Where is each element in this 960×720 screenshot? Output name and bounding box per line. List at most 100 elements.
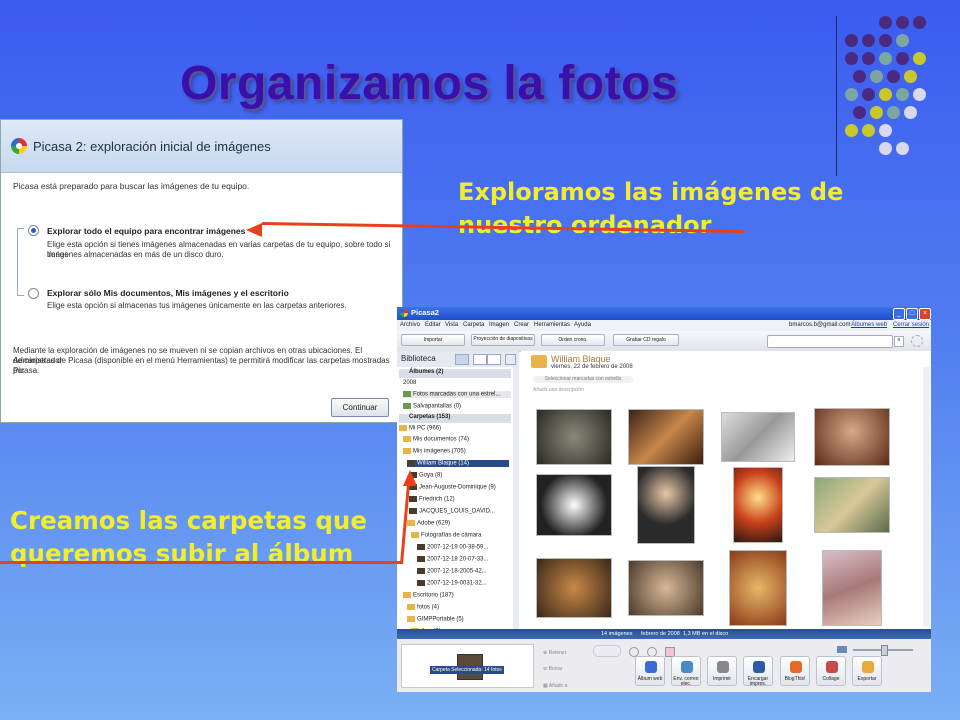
hold-button[interactable]: ⊕ Retener [543,650,566,656]
email-button[interactable]: Env. correo elec. [671,656,701,687]
blogthis-icon [790,661,802,673]
search-input[interactable] [767,335,893,348]
main-scrollbar[interactable] [923,367,930,627]
status-size: 1,3 MB en el disco [683,631,729,637]
import-button[interactable]: Importar [401,334,465,346]
zoom-slider-handle[interactable] [881,645,888,656]
menu-imagen[interactable]: Imagen [489,322,509,328]
option-scan-docs-radio[interactable] [28,288,39,299]
photo-thumbnail[interactable] [814,408,890,466]
folder-icon [409,496,417,502]
decorative-dot [879,34,892,47]
photo-thumbnail[interactable] [536,409,612,465]
sidebar-scrollbar[interactable] [513,367,519,629]
folder-item[interactable]: 2007-12-19 00-38-59... [417,544,488,551]
menu-archivo[interactable]: Archivo [400,322,420,328]
photo-thumbnail[interactable] [822,550,882,626]
search-options-icon[interactable]: ≡ [894,336,904,347]
folder-item[interactable]: GIMPPortable (5) [407,616,464,623]
option-scan-all-radio[interactable] [28,225,39,236]
folder-item[interactable]: Mis imágenes (705) [403,448,466,455]
blogthis-label: BlogThis! [784,676,806,682]
slideshow-button[interactable]: Proyección de diapositivas [471,334,535,346]
folders-section[interactable]: Carpetas (153) [399,414,511,423]
tray-selection[interactable]: Carpeta Seleccionada: 14 fotos [401,644,534,688]
decorative-dot [887,70,900,83]
photo-thumbnail[interactable] [628,560,704,616]
folder-item[interactable]: Escritorio (187) [403,592,454,599]
logout-link[interactable]: Cerrar sesión [893,322,929,328]
photo-thumbnail[interactable] [733,467,783,543]
folder-item[interactable]: Jean-Auguste-Dominique (9) [409,484,496,491]
add-description[interactable]: Añadir una descripción [533,387,584,393]
continue-button[interactable]: Continuar [331,398,389,417]
folder-icon [407,520,415,526]
menu-herramientas[interactable]: Herramientas [534,322,570,328]
folder-item[interactable]: JACQUES_LOUIS_DAVID... [409,508,495,515]
folder-item[interactable]: Fotografías de cámara [411,532,481,539]
print-icon [717,661,729,673]
option-scan-all-label[interactable]: Explorar todo el equipo para encontrar i… [47,226,245,236]
album-starred[interactable]: Fotos marcadas con una estrel... [403,391,511,398]
decorative-dot [879,52,892,65]
folder-item[interactable]: fotos (4) [407,604,439,611]
folder-item[interactable]: Friedrich (12) [409,496,455,503]
photo-thumbnail[interactable] [814,477,890,533]
close-icon[interactable]: × [919,308,931,320]
photo-thumbnail[interactable] [721,412,795,462]
dialog-header: Picasa 2: exploración inicial de imágene… [1,120,402,173]
minimize-icon[interactable]: _ [893,308,905,320]
menu-ayuda[interactable]: Ayuda [574,322,591,328]
folder-item[interactable]: Mi PC (966) [399,425,441,432]
folder-item[interactable]: 2007-12-18-2005-42... [417,568,487,575]
burn-cd-button[interactable]: Grabar CD regalo [613,334,679,346]
caption-folders-line-2: queremos subir al álbum [10,539,354,568]
list-view-icon[interactable] [473,354,487,365]
blogthis-button[interactable]: BlogThis! [780,656,810,686]
decorative-dot [845,124,858,137]
order-prints-label: Encargar impres. [747,676,769,687]
decorative-dot [904,106,917,119]
web-album-button[interactable]: Álbum web [635,656,665,686]
folder-item[interactable]: 2007-12-19-0031-32... [417,580,487,587]
folder-item[interactable]: Adobe (629) [407,520,450,527]
options-bracket [17,228,24,296]
export-button[interactable]: Exportar [852,656,882,686]
add-to-button[interactable]: ▦ Añadir a [543,683,567,689]
option-scan-docs-label[interactable]: Explorar sólo Mis documentos, Mis imágen… [47,288,289,298]
maximize-icon[interactable]: □ [906,308,918,320]
order-prints-button[interactable]: Encargar impres. [743,656,773,687]
tree-view-icon[interactable] [487,354,501,365]
photo-thumbnail[interactable] [536,474,612,536]
menu-crear[interactable]: Crear [514,322,529,328]
photo-thumbnail[interactable] [729,550,787,626]
albums-section[interactable]: Álbumes (2) [399,369,511,378]
select-starred-button[interactable]: Seleccionar marcadas con estrella [533,376,633,383]
print-button[interactable]: Imprimir [707,656,737,686]
print-label: Imprimir [712,676,732,682]
folder-item-label: GIMPPortable (5) [417,616,464,623]
clear-button[interactable]: ⊘ Borrar [543,666,563,672]
decorative-dot [913,16,926,29]
collage-button[interactable]: Collage [816,656,846,686]
album-screensaver[interactable]: Salvapantallas (0) [403,403,461,410]
status-count: 14 imágenes [601,631,633,637]
photo-thumbnail[interactable] [637,466,695,544]
photo-thumbnail[interactable] [536,558,612,618]
timeline-button[interactable]: Orden crono. [541,334,605,346]
menu-carpeta[interactable]: Carpeta [463,322,484,328]
album-starred-label: Fotos marcadas con una estrel... [413,391,501,398]
decorative-dot [896,88,909,101]
view-menu-icon[interactable] [505,354,516,365]
folder-item[interactable]: Mis documentos (74) [403,436,469,443]
folder-item[interactable]: 2007-12-18 20-07-33... [417,556,488,563]
photo-thumbnail[interactable] [628,409,704,465]
folder-item[interactable]: William Blaque (14) [407,460,509,467]
menu-editar[interactable]: Editar [425,322,441,328]
album-icon [403,403,411,409]
new-album-icon[interactable] [455,354,469,365]
tray-nav-icon[interactable] [593,645,621,657]
menu-vista[interactable]: Vista [445,322,458,328]
activity-spinner-icon [911,335,923,347]
web-albums-link[interactable]: Álbumes web [851,322,887,328]
